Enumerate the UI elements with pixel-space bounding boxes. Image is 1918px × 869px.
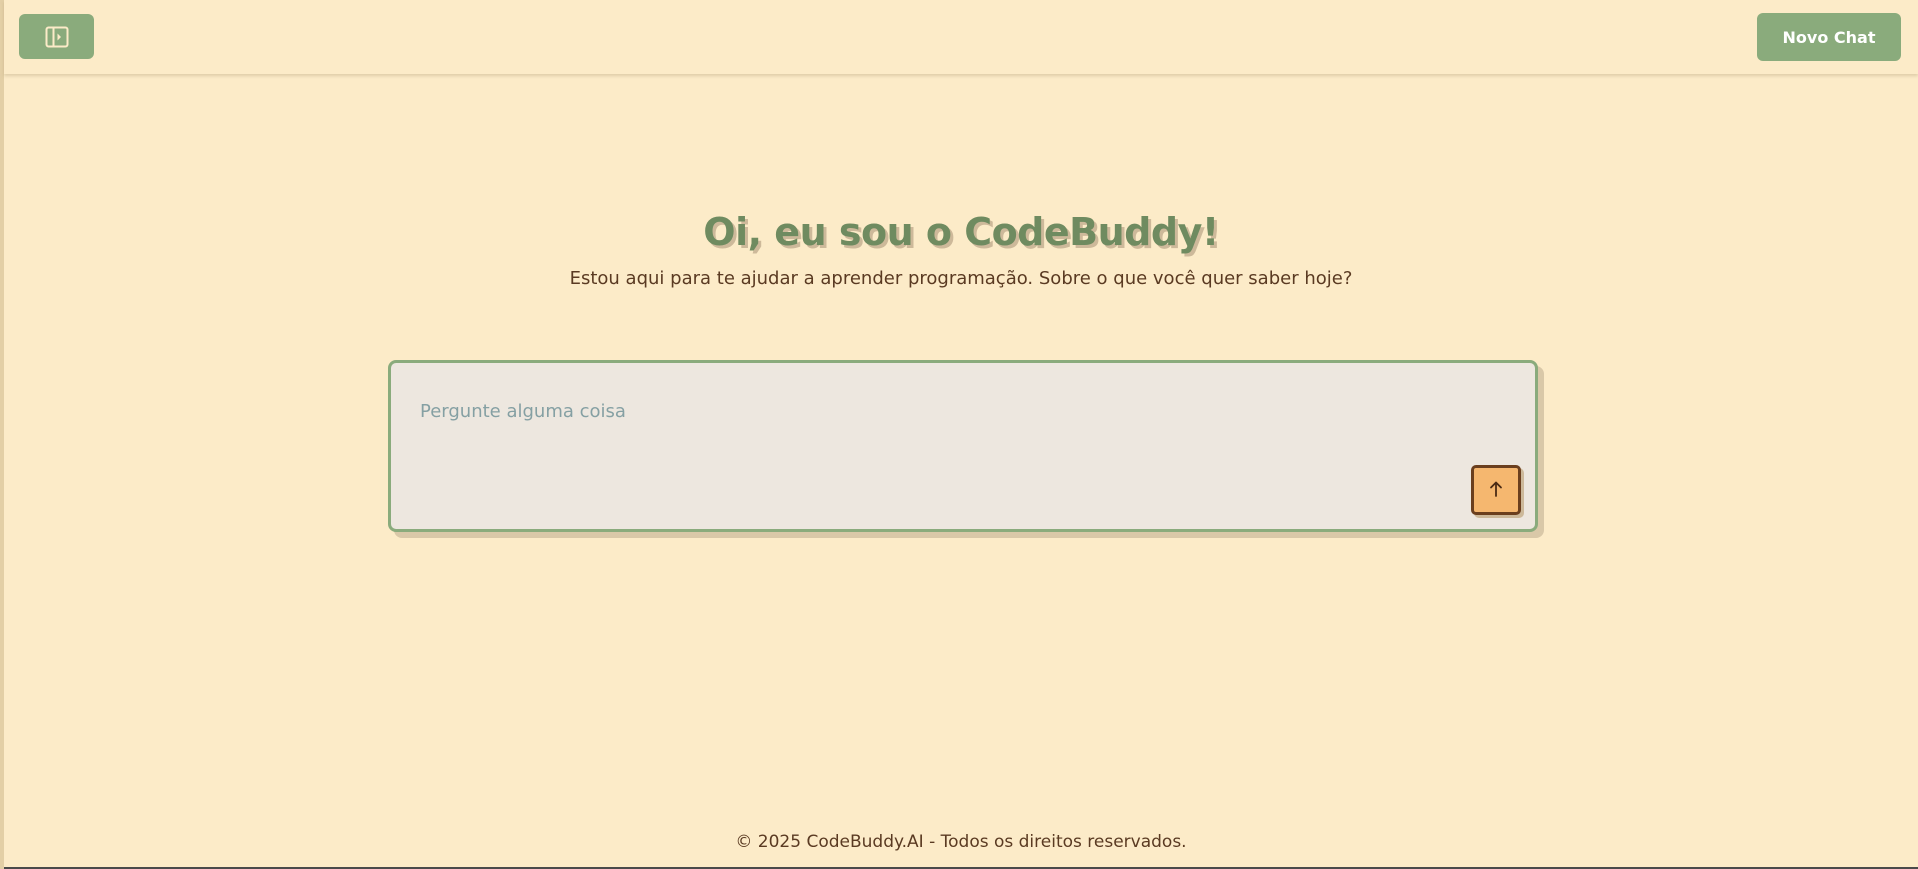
new-chat-button[interactable]: Novo Chat (1757, 13, 1901, 61)
send-button[interactable] (1471, 465, 1521, 515)
sidebar-toggle-button[interactable] (19, 14, 94, 59)
prompt-input[interactable] (420, 391, 1480, 431)
sidebar-toggle-icon (45, 26, 69, 48)
page-title: Oi, eu sou o CodeBuddy! (703, 210, 1219, 254)
arrow-up-icon (1488, 480, 1504, 501)
chat-composer (388, 360, 1538, 532)
page-subtitle: Estou aqui para te ajudar a aprender pro… (569, 268, 1353, 289)
footer-copyright: © 2025 CodeBuddy.AI - Todos os direitos … (735, 832, 1187, 852)
welcome-section: Oi, eu sou o CodeBuddy! Estou aqui para … (4, 210, 1918, 289)
page: Novo Chat Oi, eu sou o CodeBuddy! Estou … (0, 0, 1918, 869)
top-bar: Novo Chat (4, 0, 1918, 74)
